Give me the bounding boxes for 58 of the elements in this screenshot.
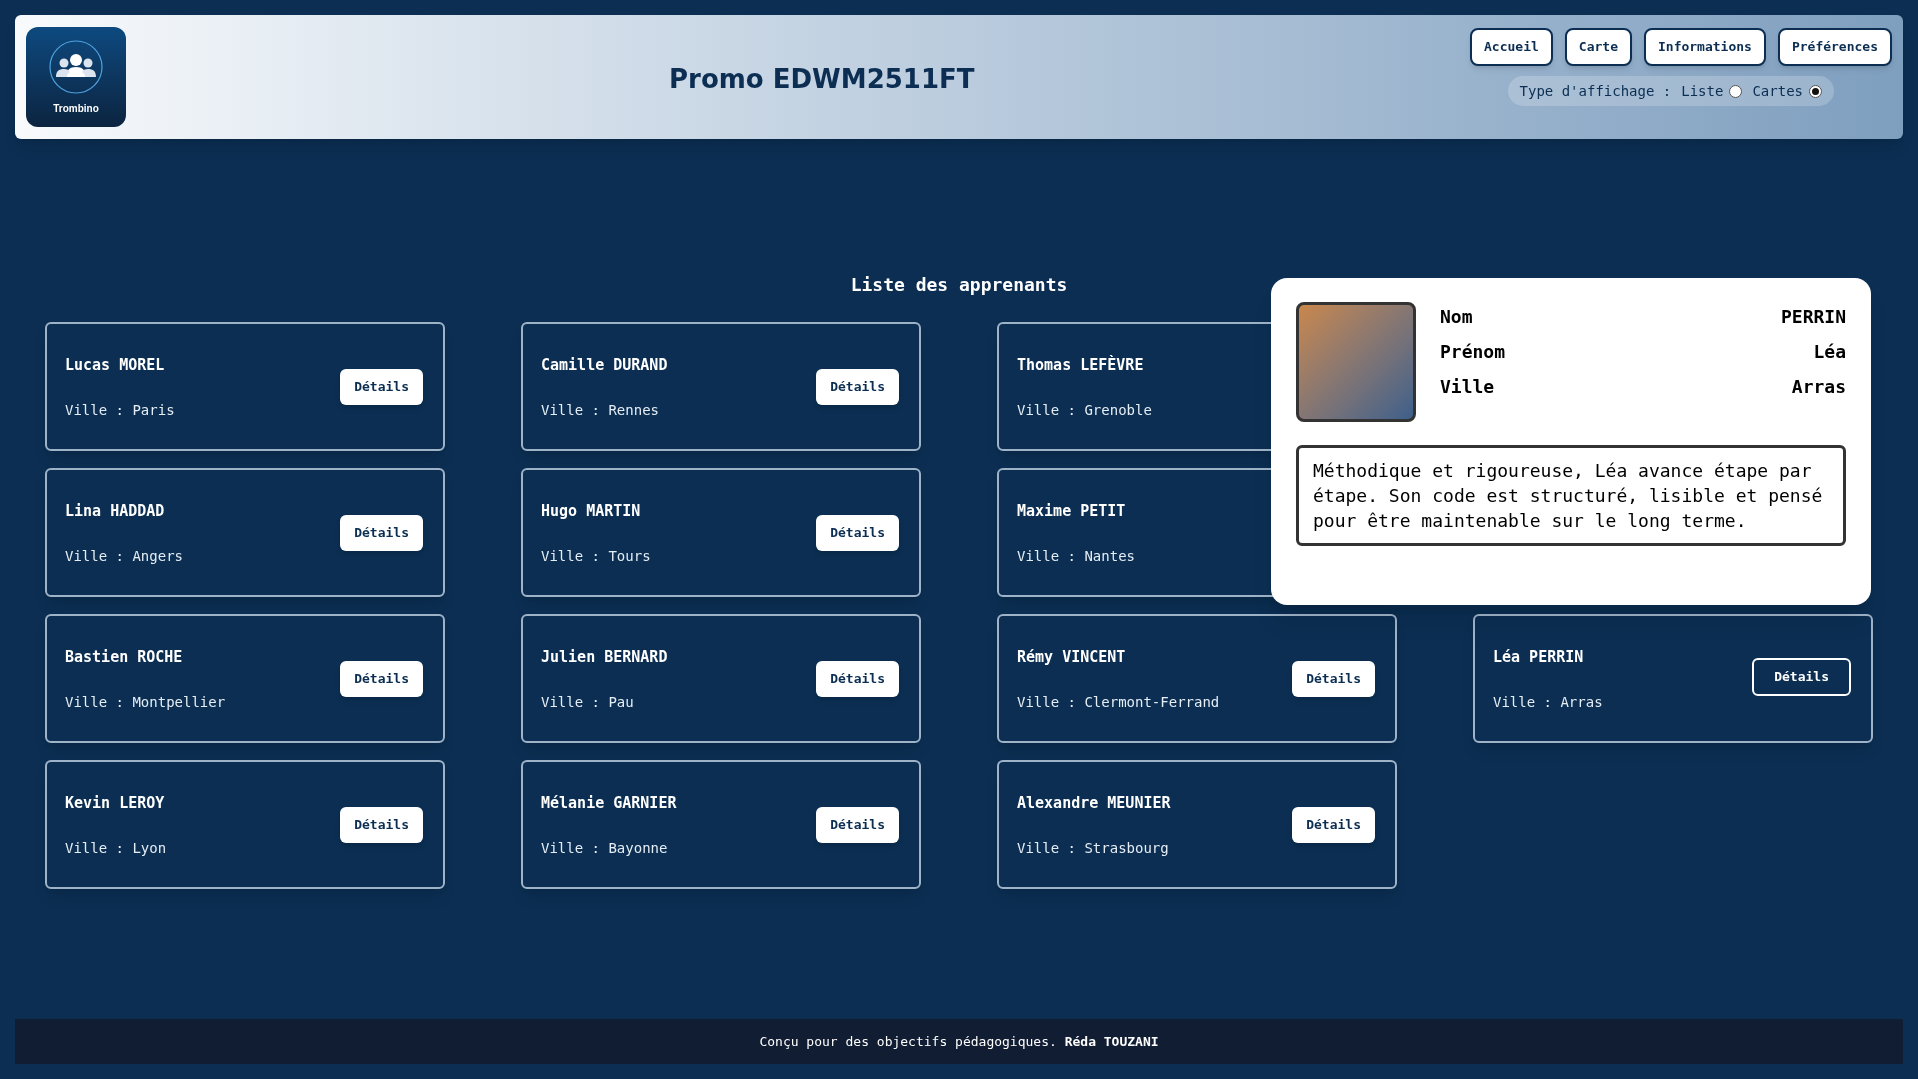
details-button[interactable]: Détails [816, 514, 899, 551]
student-city: Ville : Rennes [541, 401, 660, 421]
display-type-label: Type d'affichage : [1519, 81, 1672, 101]
student-city: Ville : Grenoble [1017, 401, 1152, 421]
student-city: Ville : Bayonne [541, 839, 669, 859]
details-button[interactable]: Détails [340, 660, 423, 697]
student-name: Maxime PETIT [1017, 500, 1127, 522]
description-text: Méthodique et rigoureuse, Léa avance étape par étape. Son code est structuré, lisible et pensé pour être maintenable sur le long terme. [1296, 445, 1846, 546]
logo-label: Trombino [53, 101, 99, 116]
nav-button[interactable]: Préférences [1777, 28, 1892, 66]
student-name: Mélanie GARNIER [541, 792, 677, 814]
details-button[interactable]: Détails [340, 806, 423, 843]
student-name: Thomas LEFÈVRE [1017, 354, 1145, 376]
radio-button[interactable] [1809, 84, 1822, 98]
student-city: Ville : Angers [65, 547, 183, 567]
page-title: Promo EDWM2511FT [669, 63, 975, 96]
radio-label: Liste [1681, 81, 1724, 101]
field-label: Nom [1440, 305, 1473, 329]
student-name: Lina HADDAD [65, 500, 166, 522]
student-city: Ville : Lyon [65, 839, 167, 859]
section-title: Liste des apprenants [850, 273, 1068, 297]
radio-button[interactable] [1729, 84, 1743, 98]
student-city: Ville : Paris [65, 401, 175, 421]
student-name: Bastien ROCHE [65, 646, 184, 668]
field-value: PERRIN [1780, 305, 1846, 329]
student-name: Julien BERNARD [541, 646, 668, 668]
student-name: Kevin LEROY [65, 792, 166, 814]
details-button[interactable]: Détails [1292, 660, 1375, 697]
student-city: Ville : Strasbourg [1017, 839, 1170, 859]
student-name: Hugo MARTIN [541, 500, 642, 522]
field-value: Arras [1791, 375, 1846, 399]
radio-label: Cartes [1752, 81, 1803, 101]
student-name: Camille DURAND [541, 354, 668, 376]
group-icon [48, 38, 104, 95]
nav-button[interactable]: Informations [1644, 28, 1766, 66]
details-button[interactable]: Détails [340, 514, 423, 551]
details-button[interactable]: Détails [816, 806, 899, 843]
student-name: Léa PERRIN [1493, 646, 1585, 668]
student-city: Ville : Nantes [1017, 547, 1135, 567]
field-label: Prénom [1440, 340, 1506, 364]
student-city: Ville : Pau [541, 693, 635, 713]
details-button[interactable]: Détails [1292, 806, 1375, 843]
field-value: Léa [1813, 340, 1846, 364]
student-name: Lucas MOREL [65, 354, 166, 376]
details-button[interactable]: Détails [340, 368, 423, 405]
student-city: Ville : Montpellier [65, 693, 226, 713]
nav-button[interactable]: Carte [1564, 28, 1632, 66]
student-city: Ville : Clermont-Ferrand [1017, 693, 1220, 713]
details-button[interactable]: Détails [1752, 657, 1851, 696]
details-button[interactable]: Détails [816, 368, 899, 405]
details-button[interactable]: Détails [816, 660, 899, 697]
field-label: Ville [1440, 375, 1495, 399]
student-name: Alexandre MEUNIER [1017, 792, 1171, 814]
student-city: Ville : Arras [1493, 693, 1603, 713]
student-city: Ville : Tours [541, 547, 651, 567]
student-name: Rémy VINCENT [1017, 646, 1127, 668]
footer-text: Conçu pour des objectifs pédagogiques. Réda TOUZANI [759, 1032, 1159, 1051]
nav-button[interactable]: Accueil [1470, 28, 1553, 66]
